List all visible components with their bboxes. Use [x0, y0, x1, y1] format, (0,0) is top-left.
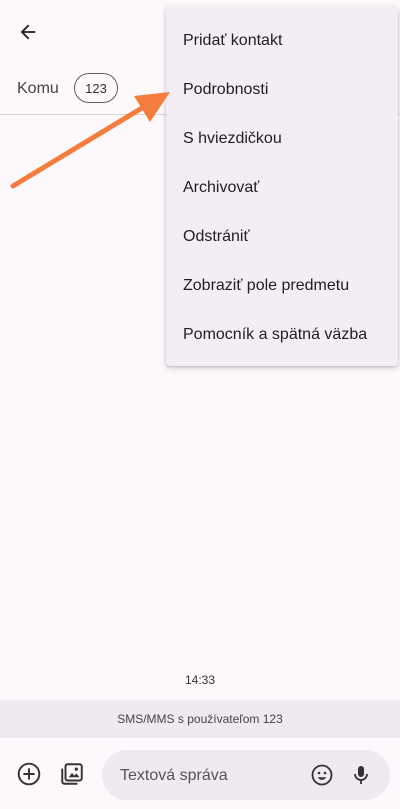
- menu-item-delete[interactable]: Odstrániť: [166, 212, 398, 261]
- message-input-container: [102, 750, 390, 802]
- conversation-info-bar: SMS/MMS s používateľom 123: [0, 700, 400, 738]
- recipient-chip[interactable]: 123: [74, 73, 118, 103]
- compose-bar: [0, 740, 400, 809]
- back-button[interactable]: [10, 14, 46, 50]
- messages-screen: Komu 123 Pridať kontakt Podrobnosti S hv…: [0, 0, 400, 809]
- menu-item-details[interactable]: Podrobnosti: [166, 65, 398, 114]
- emoji-button[interactable]: [306, 759, 338, 791]
- emoji-icon: [311, 764, 333, 786]
- message-input[interactable]: [118, 750, 302, 802]
- voice-input-button[interactable]: [345, 759, 377, 791]
- menu-item-starred[interactable]: S hviezdičkou: [166, 114, 398, 163]
- plus-circle-icon: [17, 762, 41, 786]
- menu-item-add-contact[interactable]: Pridať kontakt: [166, 16, 398, 65]
- menu-item-show-subject[interactable]: Zobraziť pole predmetu: [166, 261, 398, 310]
- menu-item-archive[interactable]: Archivovať: [166, 163, 398, 212]
- menu-item-help-feedback[interactable]: Pomocník a spätná väzba: [166, 310, 398, 359]
- arrow-left-icon: [20, 24, 36, 40]
- add-attachment-button[interactable]: [13, 758, 45, 790]
- gallery-icon: [61, 763, 83, 785]
- mic-icon: [354, 766, 368, 784]
- message-timestamp: 14:33: [184, 673, 216, 687]
- to-label: Komu: [17, 80, 59, 97]
- gallery-button[interactable]: [56, 758, 88, 790]
- overflow-menu: Pridať kontakt Podrobnosti S hviezdičkou…: [166, 6, 398, 366]
